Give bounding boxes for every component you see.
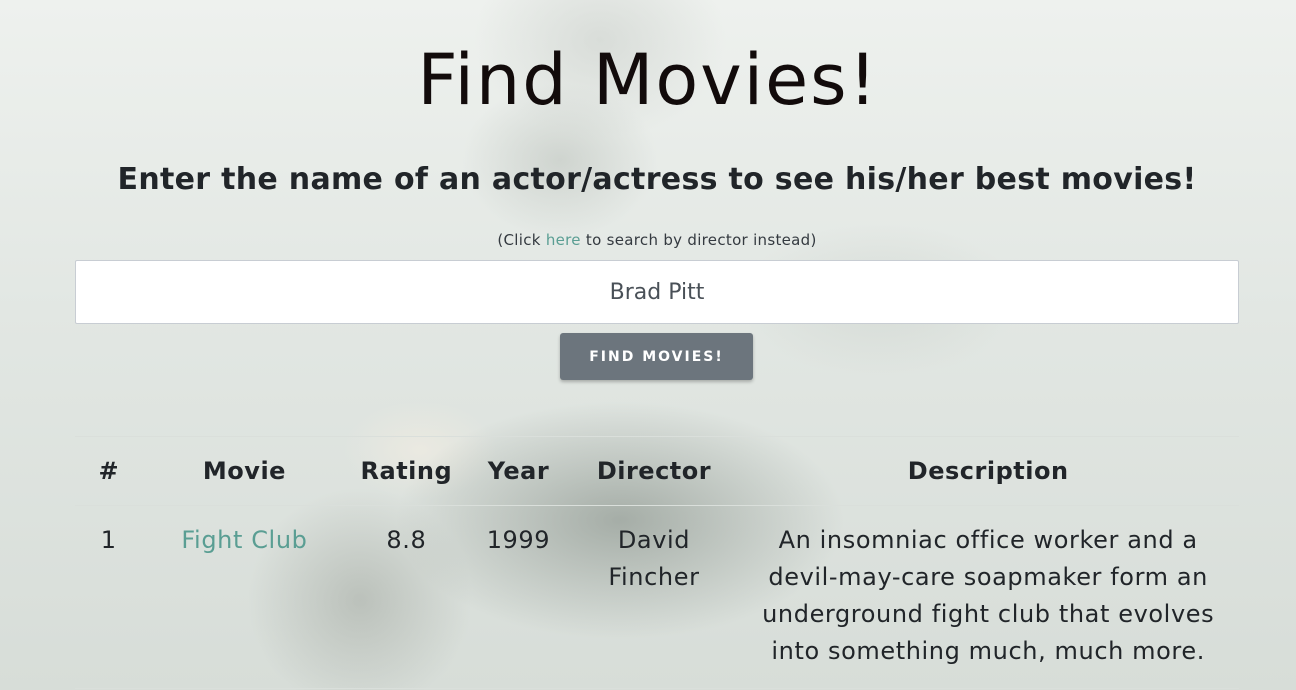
table-header-row: # Movie Rating Year Director Description (75, 436, 1239, 506)
hint-suffix: to search by director instead) (580, 231, 817, 249)
find-movies-button[interactable]: FIND MOVIES! (560, 333, 753, 380)
results-table: # Movie Rating Year Director Description… (75, 436, 1239, 689)
director-search-link[interactable]: here (546, 231, 581, 249)
cell-rating: 8.8 (346, 505, 467, 689)
column-header-number: # (75, 436, 143, 506)
movie-link[interactable]: Fight Club (181, 526, 307, 554)
column-header-rating: Rating (346, 436, 467, 506)
table-row: 1 Fight Club 8.8 1999 David Fincher An i… (75, 505, 1239, 689)
page-content: Find Movies! Enter the name of an actor/… (0, 0, 1296, 690)
column-header-director: Director (570, 436, 738, 506)
column-header-year: Year (466, 436, 571, 506)
page-title: Find Movies! (417, 39, 879, 121)
page-subtitle: Enter the name of an actor/actress to se… (117, 162, 1197, 197)
director-search-hint: (Click here to search by director instea… (0, 230, 1296, 250)
cell-movie: Fight Club (142, 505, 347, 689)
cell-director: David Fincher (570, 505, 738, 689)
column-header-movie: Movie (142, 436, 347, 506)
cell-year: 1999 (466, 505, 571, 689)
cell-description: An insomniac office worker and a devil-m… (737, 505, 1239, 689)
hint-prefix: (Click (497, 231, 546, 249)
cell-number: 1 (75, 505, 143, 689)
column-header-description: Description (737, 436, 1239, 506)
actor-search-input[interactable] (75, 260, 1239, 324)
